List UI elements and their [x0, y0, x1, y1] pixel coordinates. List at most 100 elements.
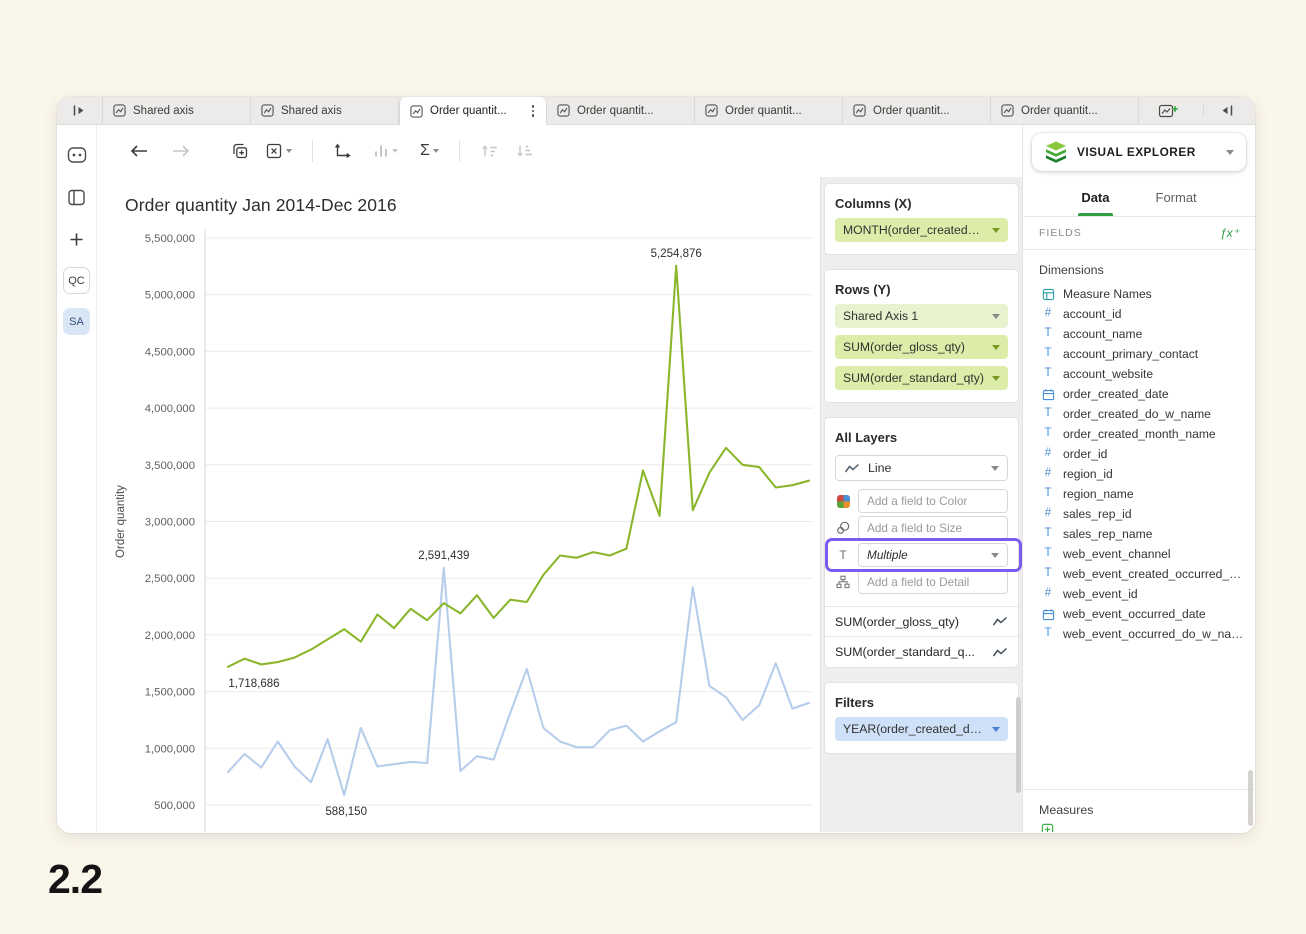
swap-axes-icon[interactable] — [327, 136, 359, 166]
sort-descending-icon[interactable] — [509, 137, 540, 165]
fields-header: FIELDS — [1039, 227, 1082, 239]
all-layers-title: All Layers — [835, 430, 1008, 445]
shelf-panel: Columns (X) MONTH(order_created_d... Row… — [820, 177, 1022, 832]
color-icon — [835, 495, 851, 508]
duplicate-element-icon[interactable] — [225, 136, 255, 166]
number-icon: # — [1041, 308, 1055, 320]
chart-tab-icon — [113, 104, 126, 117]
chart-tab-icon — [410, 105, 423, 118]
field-row[interactable]: #sales_rep_id — [1023, 504, 1255, 524]
field-row[interactable]: Tweb_event_created_occurred_na... — [1023, 564, 1255, 584]
rows-pill-standard[interactable]: SUM(order_standard_qty) — [835, 366, 1008, 390]
chevron-down-icon — [992, 314, 1000, 319]
svg-text:588,150: 588,150 — [325, 806, 367, 818]
canvas-element-icon[interactable] — [63, 141, 91, 169]
toolbar-divider — [459, 140, 460, 162]
svg-text:2,591,439: 2,591,439 — [418, 550, 469, 562]
size-field-dropzone[interactable]: Add a field to Size — [858, 516, 1008, 540]
sort-ascending-icon[interactable] — [474, 137, 505, 165]
tab-menu-icon[interactable] — [530, 102, 537, 120]
detail-icon — [835, 575, 851, 589]
workbook-tab[interactable]: Shared axis — [103, 97, 251, 124]
filter-pill[interactable]: YEAR(order_created_date) — [835, 717, 1008, 741]
field-row[interactable]: Torder_created_month_name — [1023, 424, 1255, 444]
field-row[interactable]: #web_event_id — [1023, 584, 1255, 604]
layer-row-standard[interactable]: SUM(order_standard_q... — [825, 637, 1018, 667]
text-icon: T — [835, 548, 851, 562]
rows-pill-gloss[interactable]: SUM(order_gloss_qty) — [835, 335, 1008, 359]
columns-shelf-title: Columns (X) — [835, 196, 1008, 211]
workbook-tab[interactable]: Order quantit... — [547, 97, 695, 124]
text-icon: T — [1041, 568, 1055, 580]
field-row[interactable]: Tregion_name — [1023, 484, 1255, 504]
text-field-dropdown[interactable]: Multiple — [858, 543, 1008, 567]
workbook-tab[interactable]: Order quantit... — [399, 97, 547, 125]
color-encoding-row: Add a field to Color — [835, 489, 1008, 513]
svg-text:4,000,000: 4,000,000 — [145, 403, 195, 415]
all-layers-card: All Layers Line Add a field to Color — [824, 417, 1019, 668]
workbook-tab[interactable]: Order quantit... — [843, 97, 991, 124]
chart-canvas: Order quantity Jan 2014-Dec 2016 500,000… — [97, 177, 820, 832]
tab-format[interactable]: Format — [1156, 179, 1197, 216]
workbook-tab[interactable]: Shared axis — [251, 97, 399, 124]
visual-explorer-logo — [1044, 141, 1068, 163]
visual-explorer-button[interactable]: VISUAL EXPLORER — [1032, 133, 1246, 171]
field-row[interactable]: Taccount_primary_contact — [1023, 344, 1255, 364]
add-element-icon[interactable] — [63, 225, 91, 253]
expand-sidebar-icon[interactable] — [1203, 104, 1249, 117]
delete-element-icon[interactable] — [259, 136, 298, 166]
back-icon[interactable] — [123, 138, 155, 164]
tab-data[interactable]: Data — [1081, 179, 1109, 216]
field-row[interactable]: Tweb_event_channel — [1023, 544, 1255, 564]
workbook-tab[interactable]: Order quantit... — [991, 97, 1139, 124]
mark-type-select[interactable]: Line — [835, 455, 1008, 481]
measure-icon — [1041, 823, 1054, 832]
chart-type-icon[interactable] — [367, 137, 404, 165]
svg-text:2,500,000: 2,500,000 — [145, 573, 195, 585]
detail-encoding-row: Add a field to Detail — [835, 570, 1008, 594]
chart-tab-icon — [557, 104, 570, 117]
field-row[interactable]: #account_id — [1023, 304, 1255, 324]
field-row[interactable]: Torder_created_do_w_name — [1023, 404, 1255, 424]
size-icon — [835, 521, 851, 535]
field-row[interactable]: Measure Names — [1023, 284, 1255, 304]
badge-qc[interactable]: QC — [63, 267, 90, 294]
detail-field-dropzone[interactable]: Add a field to Detail — [858, 570, 1008, 594]
collapse-sidebar-icon[interactable] — [57, 97, 103, 124]
dimensions-list: Measure Names#account_idTaccount_nameTac… — [1023, 284, 1255, 644]
svg-text:4,500,000: 4,500,000 — [145, 346, 195, 358]
shelf-scrollbar[interactable] — [1016, 697, 1021, 793]
field-row[interactable]: Taccount_name — [1023, 324, 1255, 344]
field-row[interactable]: Taccount_website — [1023, 364, 1255, 384]
field-row[interactable]: order_created_date — [1023, 384, 1255, 404]
badge-sa[interactable]: SA — [63, 308, 90, 335]
forward-icon[interactable] — [165, 138, 197, 164]
panel-scrollbar[interactable] — [1248, 770, 1253, 826]
svg-text:1,718,686: 1,718,686 — [228, 678, 279, 690]
layer-row-gloss[interactable]: SUM(order_gloss_qty) — [825, 607, 1018, 637]
measures-label: Measures — [1023, 790, 1255, 823]
columns-pill[interactable]: MONTH(order_created_d... — [835, 218, 1008, 242]
chevron-down-icon — [992, 228, 1000, 233]
field-row[interactable]: Tsales_rep_name — [1023, 524, 1255, 544]
field-row[interactable]: #region_id — [1023, 464, 1255, 484]
shared-axis-pill[interactable]: Shared Axis 1 — [835, 304, 1008, 328]
chart-tab-icon — [705, 104, 718, 117]
field-row[interactable]: web_event_occurred_date — [1023, 604, 1255, 624]
text-icon: T — [1041, 408, 1055, 420]
svg-text:3,500,000: 3,500,000 — [145, 460, 195, 472]
field-row[interactable]: Tweb_event_occurred_do_w_name — [1023, 624, 1255, 644]
add-calculated-field-icon[interactable]: ƒx⁺ — [1220, 226, 1239, 240]
filters-shelf: Filters YEAR(order_created_date) — [824, 682, 1019, 754]
workbook-tab[interactable]: Order quantit... — [695, 97, 843, 124]
add-page-icon[interactable] — [1144, 103, 1193, 119]
field-row[interactable]: #order_id — [1023, 444, 1255, 464]
chart-tab-icon — [1001, 104, 1014, 117]
toolbar-divider — [312, 140, 313, 162]
measure-field-partial — [1023, 823, 1255, 832]
aggregate-icon[interactable]: Σ — [414, 137, 445, 165]
chevron-down-icon — [991, 553, 999, 558]
color-field-dropzone[interactable]: Add a field to Color — [858, 489, 1008, 513]
toolbar: Σ — [97, 125, 1022, 177]
pages-icon[interactable] — [63, 183, 91, 211]
